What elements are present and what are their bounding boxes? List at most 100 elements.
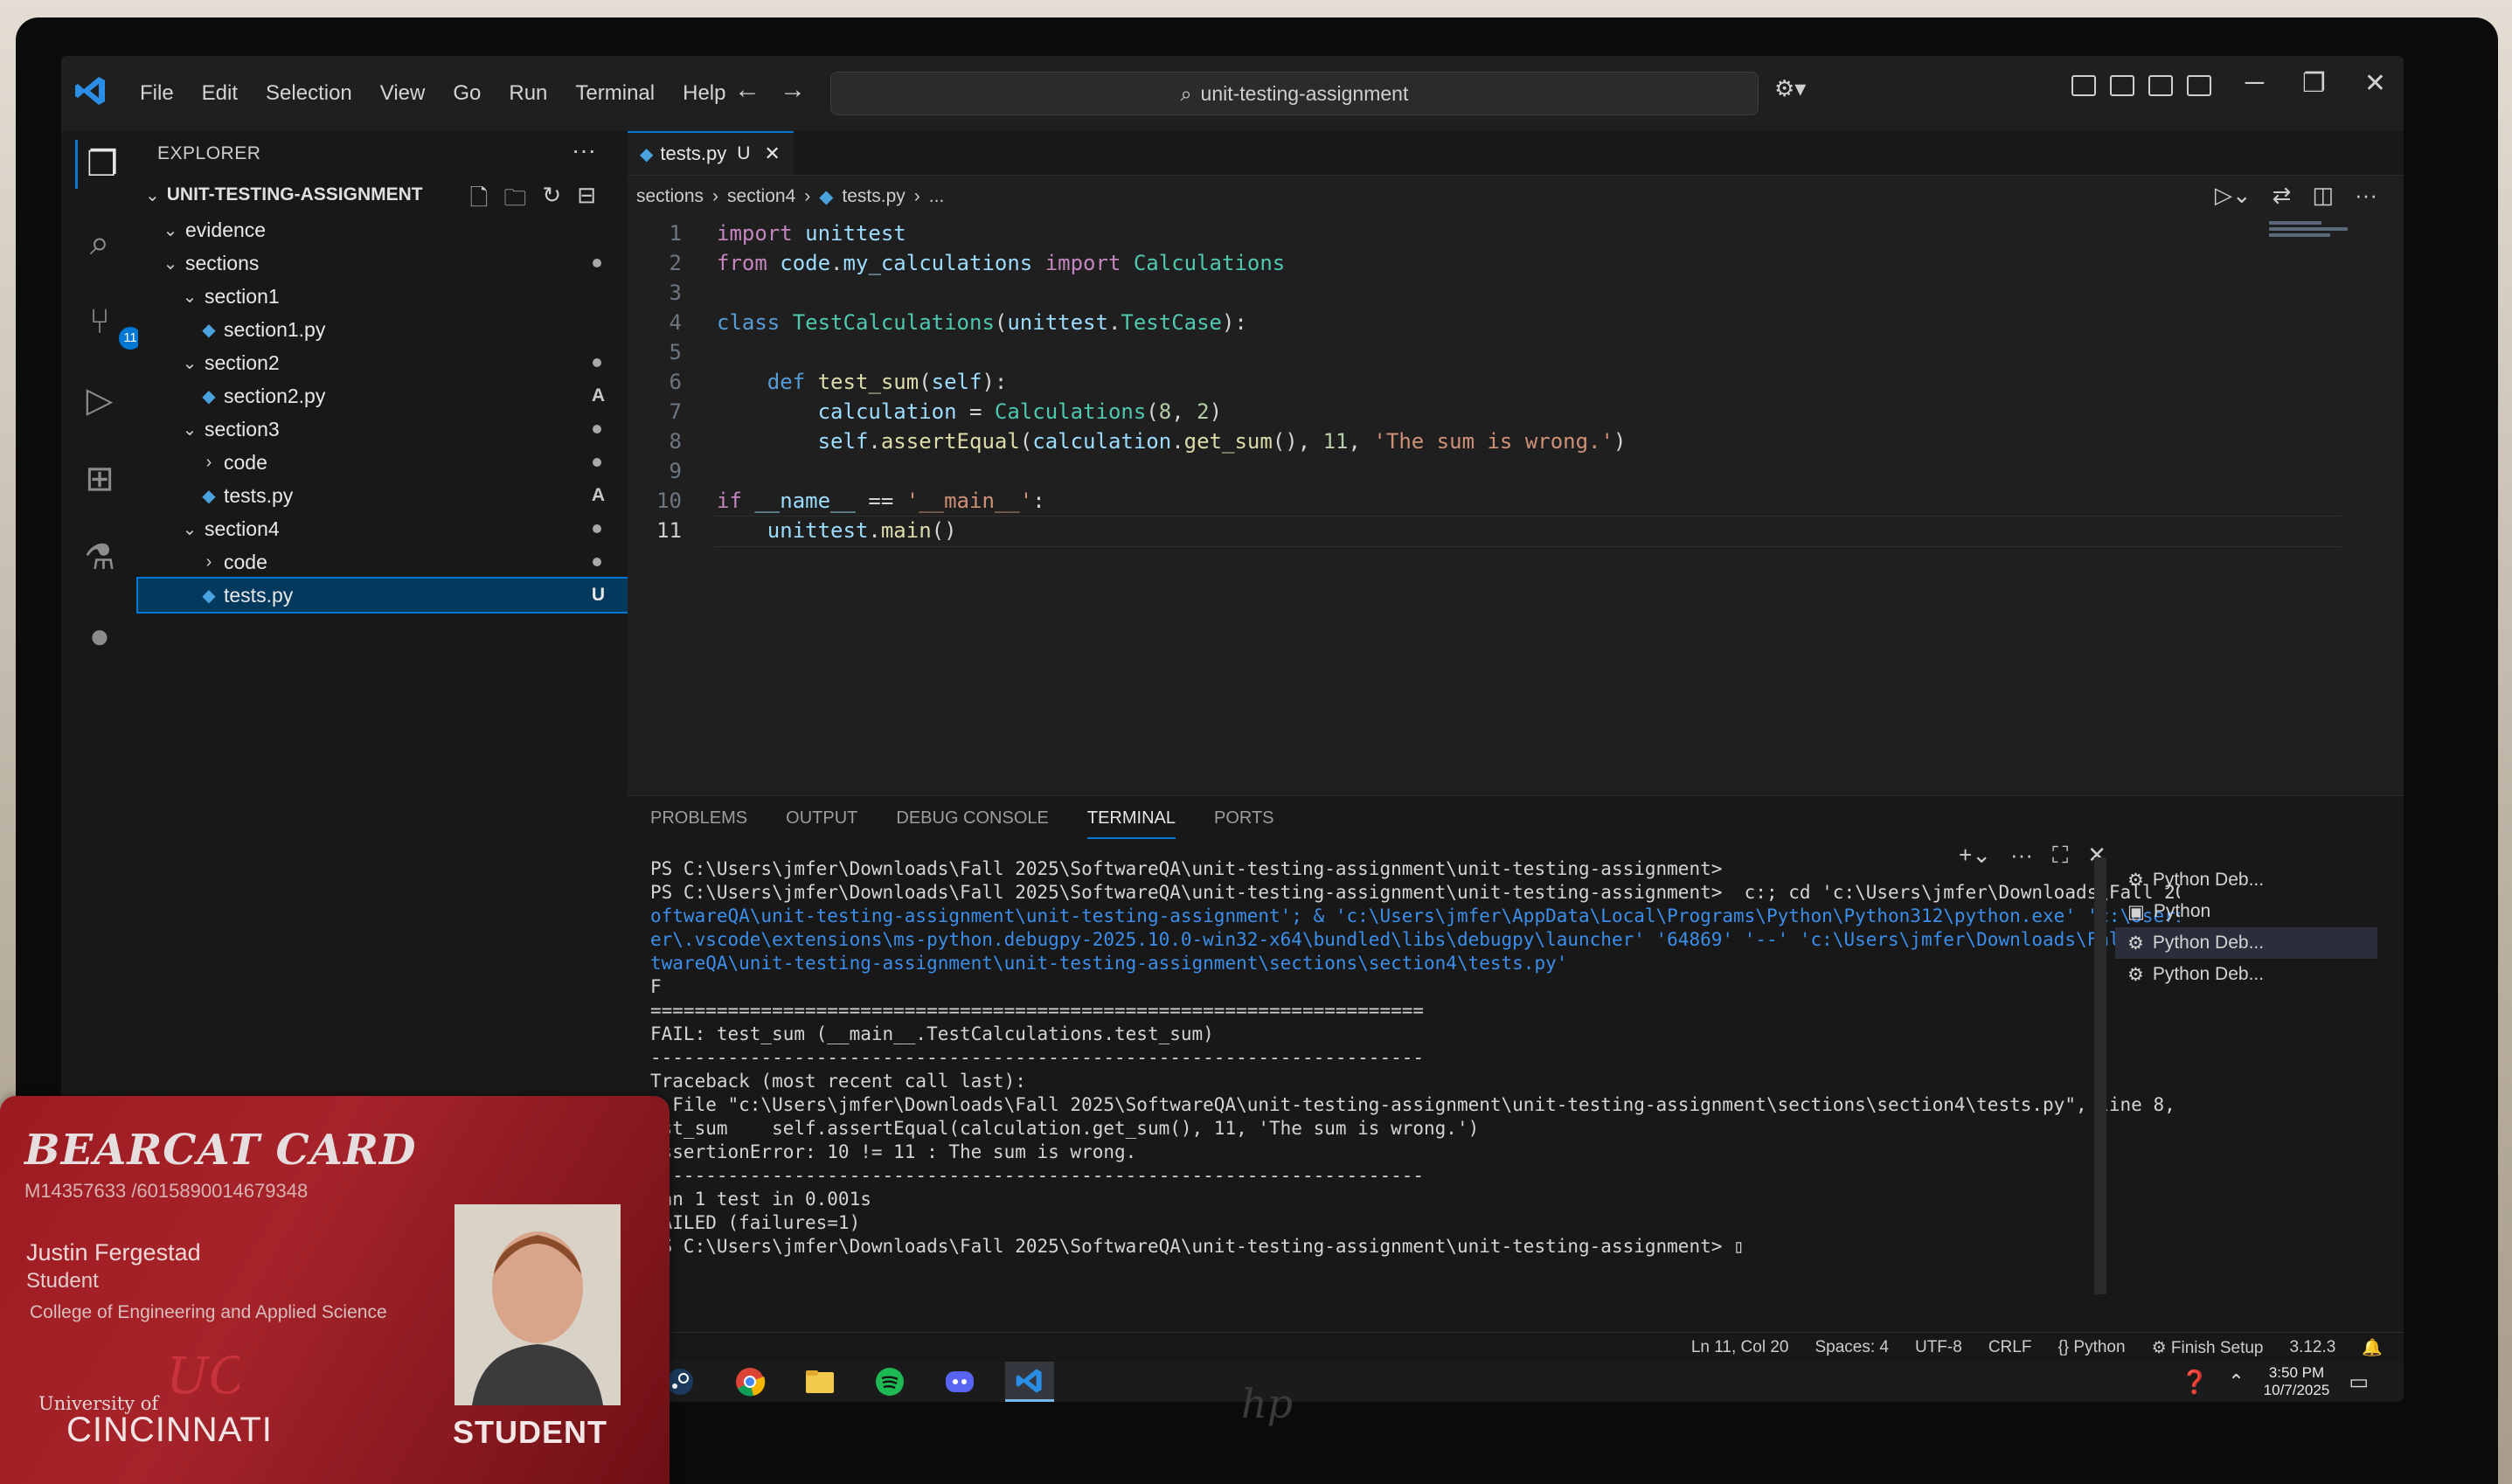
code-line: 10 if __name__ == '__main__':: [628, 486, 2341, 516]
terminal-item[interactable]: ⚙ Python Deb...: [2115, 927, 2377, 959]
tab-terminal[interactable]: TERMINAL: [1086, 808, 1176, 839]
terminal-output[interactable]: PS C:\Users\jmfer\Downloads\Fall 2025\So…: [650, 857, 2180, 1329]
discord-icon[interactable]: [935, 1362, 984, 1402]
tab-ports[interactable]: PORTS: [1214, 808, 1274, 839]
forward-arrow-icon[interactable]: →: [780, 75, 806, 105]
split-editor-icon[interactable]: ◫: [2312, 182, 2334, 209]
menu-file[interactable]: File: [128, 74, 186, 113]
tab-tests-py[interactable]: ◆ tests.py U ✕: [628, 131, 794, 175]
chevron-up-icon[interactable]: ⌃: [2228, 1370, 2244, 1393]
tree-item-section2[interactable]: ⌄ section2: [138, 346, 628, 379]
menu-view[interactable]: View: [368, 74, 438, 113]
cursor-position[interactable]: Ln 11, Col 20: [1691, 1338, 1789, 1357]
indentation[interactable]: Spaces: 4: [1815, 1338, 1889, 1357]
tree-item-section4[interactable]: ⌄ section4: [138, 512, 628, 545]
breadcrumb-item[interactable]: sections: [636, 186, 704, 207]
tree-item-section2-py[interactable]: ◆ section2.py A: [138, 379, 628, 413]
back-arrow-icon[interactable]: ←: [734, 75, 760, 105]
finish-setup-button[interactable]: ⚙ Finish Setup: [2152, 1338, 2264, 1358]
language-mode[interactable]: {} Python: [2057, 1338, 2125, 1357]
breadcrumb: sections › section4 › ◆ tests.py › ...: [636, 180, 944, 213]
terminal-item[interactable]: ▣ Python: [2115, 896, 2377, 927]
menu-selection[interactable]: Selection: [253, 74, 364, 113]
sidebar-title: EXPLORER: [157, 143, 261, 163]
tree-item-section3-tests[interactable]: ◆ tests.py A: [138, 479, 628, 512]
menu-run[interactable]: Run: [496, 74, 559, 113]
chrome-icon[interactable]: [725, 1362, 774, 1402]
notifications-bell-icon[interactable]: 🔔: [2362, 1337, 2383, 1358]
python-file-icon: ◆: [819, 186, 834, 207]
line-number: 4: [669, 310, 682, 335]
tree-item-section3[interactable]: ⌄ section3: [138, 413, 628, 446]
code-editor[interactable]: 1 import unittest 2 from code.my_calculati…: [628, 218, 2341, 708]
clock-date: 10/7/2025: [2263, 1382, 2330, 1398]
extensions-icon[interactable]: ⊞: [75, 454, 124, 503]
breadcrumb-item[interactable]: section4: [727, 186, 795, 207]
breadcrumb-item[interactable]: ...: [929, 186, 945, 207]
search-icon: ⌕: [1180, 81, 1192, 105]
clock[interactable]: 3:50 PM 10/7/2025: [2264, 1364, 2330, 1399]
tree-item-section4-tests[interactable]: ◆ tests.py U: [136, 577, 629, 614]
encoding[interactable]: UTF-8: [1915, 1338, 1962, 1357]
search-icon[interactable]: ⌕: [75, 218, 124, 267]
source-control-icon[interactable]: ⑂ 11: [75, 297, 142, 350]
close-window-icon[interactable]: ✕: [2364, 68, 2386, 99]
chevron-down-icon: ⌄: [163, 220, 178, 240]
terminal-scrollbar[interactable]: [2094, 857, 2106, 1294]
restore-icon[interactable]: ❐: [2302, 68, 2326, 99]
minimap[interactable]: [2269, 218, 2356, 253]
tab-output[interactable]: OUTPUT: [786, 808, 857, 839]
code-line: 9: [628, 456, 2341, 486]
terminal-item[interactable]: ⚙ Python Deb...: [2115, 959, 2377, 990]
tab-debug-console[interactable]: DEBUG CONSOLE: [896, 808, 1048, 839]
python-version[interactable]: 3.12.3: [2290, 1338, 2336, 1357]
testing-icon[interactable]: ⚗: [75, 533, 124, 582]
file-explorer-icon[interactable]: [795, 1362, 844, 1402]
notifications-icon[interactable]: ▭: [2349, 1370, 2369, 1395]
terminal-line: PS C:\Users\jmfer\Downloads\Fall 2025\So…: [650, 858, 1723, 879]
debug-icon: ⚙: [2127, 964, 2144, 985]
panel-tabs: PROBLEMS OUTPUT DEBUG CONSOLE TERMINAL P…: [650, 808, 1274, 839]
more-actions-icon[interactable]: ···: [2355, 182, 2377, 209]
terminal-item-label: Python Deb...: [2152, 964, 2265, 984]
menu-edit[interactable]: Edit: [190, 74, 250, 113]
code-line: 11 unittest.main(): [628, 516, 2341, 545]
terminal-item[interactable]: ⚙ Python Deb...: [2115, 864, 2377, 896]
chevron-right-icon: ›: [804, 186, 811, 206]
line-number: 8: [669, 429, 682, 454]
spotify-icon[interactable]: [865, 1362, 914, 1402]
chevron-down-icon: ⌄: [145, 185, 160, 205]
tab-problems[interactable]: PROBLEMS: [650, 808, 747, 839]
vscode-taskbar-icon[interactable]: [1005, 1362, 1054, 1402]
card-student-label: STUDENT: [453, 1414, 607, 1450]
menu-help[interactable]: Help: [670, 74, 738, 113]
breadcrumb-item[interactable]: tests.py: [842, 186, 905, 207]
menu-terminal[interactable]: Terminal: [563, 74, 667, 113]
toggle-secondary-sidebar-icon[interactable]: [2187, 75, 2211, 96]
menu-go[interactable]: Go: [441, 74, 493, 113]
line-endings[interactable]: CRLF: [1988, 1338, 2032, 1357]
tree-item-evidence[interactable]: ⌄ evidence: [138, 213, 628, 246]
minimize-icon[interactable]: ─: [2245, 68, 2264, 99]
github-icon[interactable]: ●: [75, 612, 124, 661]
tree-item-section1-py[interactable]: ◆ section1.py: [138, 313, 628, 346]
run-debug-icon[interactable]: ▷: [75, 376, 124, 425]
tree-item-section3-code[interactable]: › code: [138, 446, 628, 479]
tree-item-section1[interactable]: ⌄ section1: [138, 280, 628, 313]
tree-item-sections[interactable]: ⌄ sections: [138, 246, 628, 280]
more-actions-icon[interactable]: ···: [572, 136, 596, 164]
toggle-sidebar-icon[interactable]: [2110, 75, 2134, 96]
customize-layout-icon[interactable]: [2071, 75, 2096, 96]
close-icon[interactable]: ✕: [764, 142, 780, 165]
explorer-icon[interactable]: ❐: [75, 140, 127, 189]
help-icon[interactable]: ❓: [2181, 1369, 2209, 1396]
compare-changes-icon[interactable]: ⇄: [2273, 182, 2292, 209]
tree-item-section4-code[interactable]: › code: [138, 545, 628, 579]
taskbar-apps: [656, 1362, 1054, 1402]
layout-controls: [2071, 75, 2211, 96]
toggle-panel-icon[interactable]: [2148, 75, 2173, 96]
copilot-icon[interactable]: ⚙▾: [1774, 75, 1806, 102]
command-center[interactable]: ⌕ unit-testing-assignment: [830, 72, 1759, 115]
run-python-file-icon[interactable]: ▷⌄: [2215, 182, 2252, 209]
workspace-root[interactable]: ⌄ UNIT-TESTING-ASSIGNMENT 🗋 🗀 ↻ ⊟: [138, 178, 628, 212]
